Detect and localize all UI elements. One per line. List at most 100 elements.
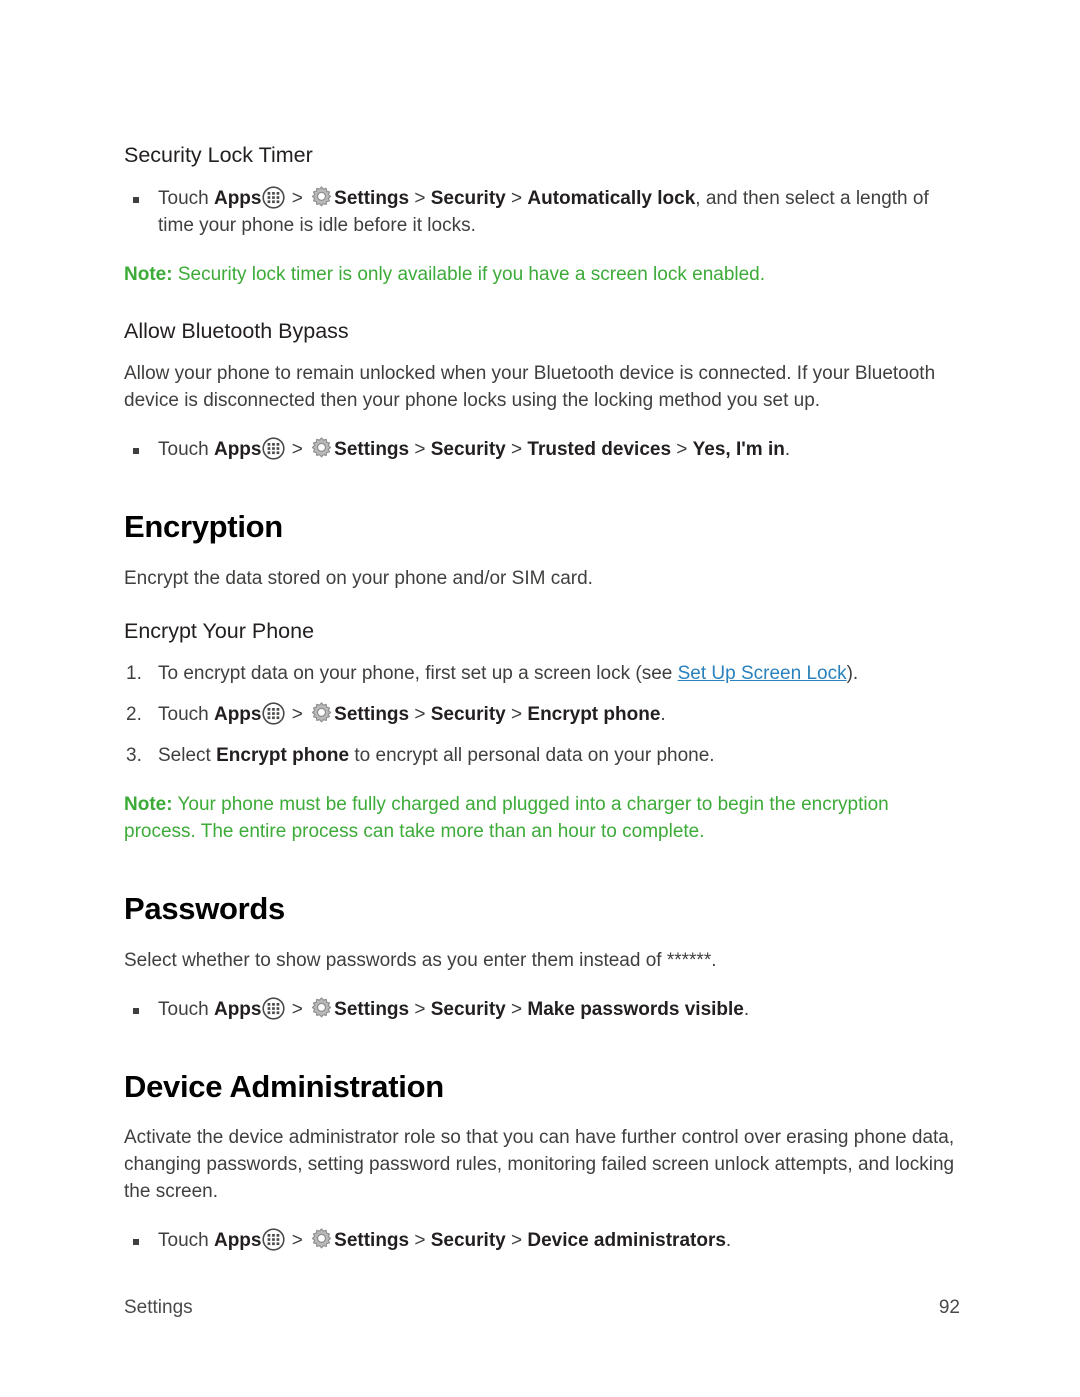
allow-bluetooth-bypass-steps: Touch Apps > Settings > Security > Trust… (124, 437, 960, 464)
apps-label: Apps (213, 1230, 262, 1252)
path-separator: > (409, 187, 431, 209)
step-text-post: ). (846, 663, 859, 685)
path-separator: > (286, 187, 309, 209)
security-label: Security (430, 1230, 506, 1252)
step-tail-text: . (743, 998, 750, 1020)
settings-label: Settings (334, 998, 410, 1020)
note-text: Security lock timer is only available if… (172, 263, 766, 285)
path-separator: > (409, 439, 431, 461)
touch-label: Touch (158, 704, 214, 726)
paragraph-passwords: Select whether to show passwords as you … (124, 949, 717, 971)
bullet-marker-icon (133, 1239, 139, 1246)
make-passwords-visible-label: Make passwords visible (527, 998, 744, 1020)
step-number: 1. (126, 663, 142, 685)
footer-page-number: 92 (938, 1297, 960, 1318)
note-encryption: Note: Your phone must be fully charged a… (124, 792, 960, 846)
path-separator: > (286, 998, 309, 1020)
encrypt-phone-label: Encrypt phone (527, 704, 661, 726)
path-separator: > (409, 704, 431, 726)
encrypt-your-phone-steps: 1. To encrypt data on your phone, first s… (124, 661, 960, 770)
path-separator: > (286, 439, 309, 461)
heading-allow-bluetooth-bypass: Allow Bluetooth Bypass (124, 318, 349, 343)
settings-gear-icon (311, 996, 332, 1018)
touch-label: Touch (158, 187, 214, 209)
settings-gear-icon (311, 702, 332, 723)
note-label: Note: (124, 794, 173, 816)
path-separator: > (505, 439, 528, 461)
security-label: Security (430, 704, 506, 726)
encrypt-phone-label: Encrypt phone (216, 745, 350, 767)
apps-grid-icon (262, 1228, 286, 1251)
apps-grid-icon (262, 437, 286, 460)
device-administration-steps: Touch Apps > Settings > Security > Devic… (124, 1228, 960, 1255)
heading-encrypt-your-phone: Encrypt Your Phone (124, 618, 315, 643)
heading-passwords: Passwords (124, 891, 285, 927)
list-item: Touch Apps > Settings > Security > Autom… (124, 186, 960, 240)
manual-page: Security Lock Timer Touch Apps > Setting… (0, 0, 1080, 1397)
heading-device-administration: Device Administration (124, 1068, 444, 1104)
step-text-post: to encrypt all personal data on your pho… (349, 745, 715, 767)
step-tail-text: . (725, 1230, 732, 1252)
path-separator: > (409, 998, 431, 1020)
note-text: Your phone must be fully charged and plu… (124, 794, 889, 843)
note-security-lock-timer: Note: Security lock timer is only availa… (124, 262, 960, 289)
bullet-marker-icon (133, 448, 139, 455)
settings-gear-icon (311, 437, 332, 458)
list-item: 1. To encrypt data on your phone, first s… (124, 661, 960, 688)
apps-grid-icon (262, 997, 286, 1020)
list-item: 3. Select Encrypt phone to encrypt all pe… (124, 743, 960, 770)
device-administrators-label: Device administrators (527, 1230, 726, 1252)
path-separator: > (505, 1230, 528, 1252)
paragraph-encryption: Encrypt the data stored on your phone an… (124, 567, 593, 589)
step-tail-text: . (660, 704, 666, 726)
path-separator: > (505, 998, 528, 1020)
step-number: 2. (126, 704, 142, 726)
touch-label: Touch (158, 998, 214, 1020)
settings-label: Settings (334, 187, 410, 209)
list-item: Touch Apps > Settings > Security > Make … (124, 996, 960, 1024)
page-footer: Settings 92 (124, 1297, 960, 1319)
touch-label: Touch (158, 439, 214, 461)
security-lock-timer-steps: Touch Apps > Settings > Security > Autom… (124, 186, 960, 240)
paragraph-device-administration: Activate the device administrator role s… (124, 1127, 955, 1203)
list-item: Touch Apps > Settings > Security > Devic… (124, 1228, 960, 1255)
footer-section-label: Settings (124, 1297, 193, 1318)
paragraph-allow-bluetooth-bypass: Allow your phone to remain unlocked when… (124, 363, 936, 412)
list-item: 2. Touch Apps > Settings > Security > Enc… (124, 702, 960, 729)
touch-label: Touch (158, 1230, 214, 1252)
apps-label: Apps (213, 187, 262, 209)
passwords-steps: Touch Apps > Settings > Security > Make … (124, 996, 960, 1024)
heading-security-lock-timer: Security Lock Timer (124, 143, 313, 167)
settings-label: Settings (334, 704, 410, 726)
note-label: Note: (124, 263, 173, 285)
settings-label: Settings (334, 439, 410, 461)
apps-grid-icon (262, 702, 286, 725)
bullet-marker-icon (133, 1007, 139, 1014)
apps-grid-icon (262, 186, 286, 209)
heading-encryption: Encryption (124, 509, 283, 545)
settings-gear-icon (311, 1228, 332, 1249)
bullet-marker-icon (133, 196, 139, 203)
path-separator: > (505, 704, 528, 726)
step-tail-text: . (784, 439, 791, 461)
path-separator: > (286, 1230, 309, 1252)
step-text-pre: Select (158, 745, 217, 767)
yes-im-in-label: Yes, I'm in (692, 439, 785, 461)
step-text-pre: To encrypt data on your phone, first set… (158, 663, 678, 685)
path-separator: > (505, 187, 528, 209)
apps-label: Apps (213, 998, 262, 1020)
settings-label: Settings (334, 1230, 410, 1252)
link-set-up-screen-lock[interactable]: Set Up Screen Lock (678, 663, 847, 684)
settings-gear-icon (311, 186, 332, 207)
